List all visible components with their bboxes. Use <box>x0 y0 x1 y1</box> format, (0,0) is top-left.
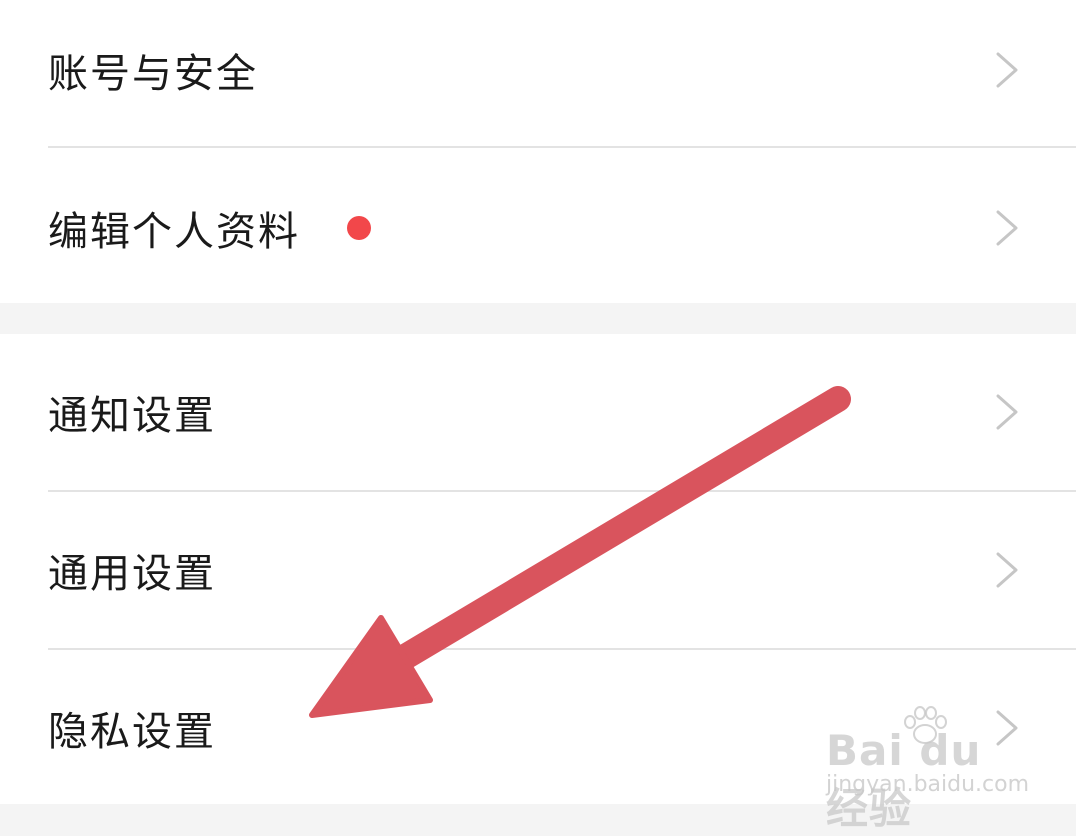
chevron-right-icon <box>996 52 1018 88</box>
chevron-right-icon <box>996 394 1018 430</box>
edit-profile-label: 编辑个人资料 <box>48 209 300 255</box>
general-settings-row[interactable]: 通用设置 <box>0 492 1076 648</box>
notification-dot <box>347 216 371 240</box>
divider <box>48 146 1076 148</box>
privacy-settings-label: 隐私设置 <box>48 709 216 755</box>
account-security-row[interactable]: 账号与安全 <box>0 0 1076 148</box>
settings-group-2: 通知设置 通用设置 隐私设置 <box>0 334 1076 804</box>
chevron-right-icon <box>996 710 1018 746</box>
general-settings-label: 通用设置 <box>48 551 216 597</box>
privacy-settings-row[interactable]: 隐私设置 <box>0 650 1076 806</box>
chevron-right-icon <box>996 552 1018 588</box>
edit-profile-row[interactable]: 编辑个人资料 <box>0 150 1076 306</box>
notification-settings-row[interactable]: 通知设置 <box>0 334 1076 490</box>
chevron-right-icon <box>996 210 1018 246</box>
settings-group-1: 账号与安全 编辑个人资料 <box>0 0 1076 303</box>
notification-settings-label: 通知设置 <box>48 393 216 439</box>
account-security-label: 账号与安全 <box>48 51 258 97</box>
